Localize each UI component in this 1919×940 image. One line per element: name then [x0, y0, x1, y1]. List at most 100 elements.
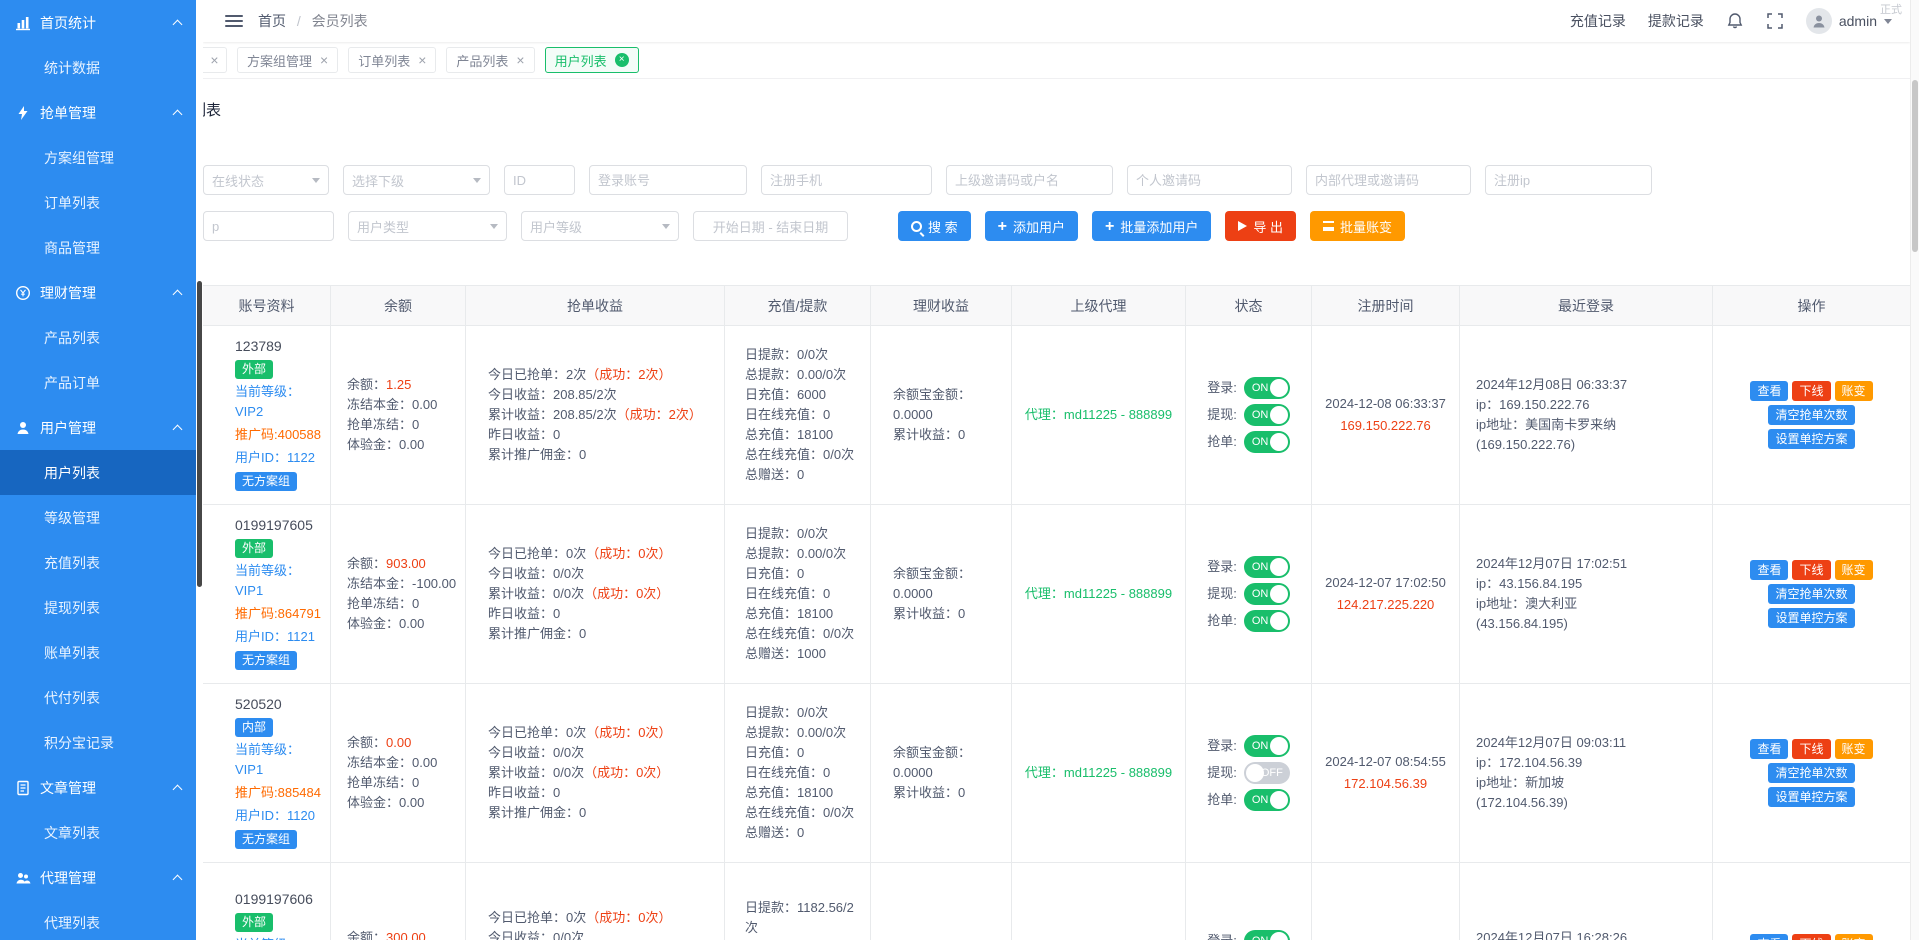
- sidebar-item-article-list[interactable]: 文章列表: [0, 810, 196, 855]
- tab-order-list[interactable]: 订单列表 ×: [348, 47, 437, 73]
- breadcrumb-home[interactable]: 首页: [258, 13, 286, 29]
- export-button[interactable]: 导 出: [1225, 211, 1296, 241]
- tab-close-icon[interactable]: ×: [516, 53, 524, 67]
- status-toggle[interactable]: ON: [1243, 377, 1290, 399]
- filter-login-account[interactable]: [589, 165, 747, 195]
- menu-toggle-icon[interactable]: [225, 15, 243, 27]
- tab-close-icon[interactable]: ×: [614, 53, 629, 67]
- filter-parent-invite-code[interactable]: [946, 165, 1113, 195]
- sidebar-item-recharge-list[interactable]: 充值列表: [0, 540, 196, 585]
- clear-grab-count-button[interactable]: 清空抢单次数: [1768, 584, 1855, 604]
- plan-badge: 无方案组: [235, 830, 298, 849]
- set-control-plan-button[interactable]: 设置单控方案: [1768, 429, 1855, 449]
- grab-line: 累计推广佣金：0: [488, 447, 587, 462]
- offline-button[interactable]: 下线: [1792, 739, 1831, 759]
- sidebar-scrollbar-thumb[interactable]: [197, 281, 202, 587]
- chevron-up-icon: [172, 784, 183, 794]
- recharge-line: 总在线充值：0/0次: [745, 626, 855, 641]
- filter-personal-invite-code[interactable]: [1127, 165, 1292, 195]
- filter-select-subordinate[interactable]: 选择下级: [343, 165, 490, 195]
- cell-register-time: 2024-12-07 17:02:50 124.217.225.220: [1311, 504, 1460, 684]
- tab-close-icon[interactable]: ×: [210, 53, 218, 67]
- view-button[interactable]: 查看: [1750, 933, 1789, 940]
- sidebar-item-order-list[interactable]: 订单列表: [0, 180, 196, 225]
- cell-grab-earnings: 今日已抢单：0次（成功：0次） 今日收益：0/0次 累计收益：0/0次（成功：0次）…: [465, 504, 725, 684]
- sidebar-item-user-list[interactable]: 用户列表: [0, 450, 196, 495]
- set-control-plan-button[interactable]: 设置单控方案: [1768, 608, 1855, 628]
- page-scrollbar-thumb[interactable]: [1912, 80, 1918, 252]
- finance-line: 累计收益：0: [893, 427, 966, 442]
- sidebar-item-payout-list[interactable]: 代付列表: [0, 675, 196, 720]
- clear-grab-count-button[interactable]: 清空抢单次数: [1768, 405, 1855, 425]
- sidebar-group-home-stats[interactable]: 首页统计: [0, 0, 196, 45]
- status-toggle[interactable]: ON: [1243, 431, 1290, 453]
- sidebar-group-user-management[interactable]: 用户管理: [0, 405, 196, 450]
- filter-register-phone[interactable]: [761, 165, 932, 195]
- bell-icon[interactable]: [1726, 12, 1744, 30]
- balance-change-button[interactable]: 账变: [1834, 560, 1873, 580]
- sidebar-item-plan-group-management[interactable]: 方案组管理: [0, 135, 196, 180]
- sidebar-item-product-orders[interactable]: 产品订单: [0, 360, 196, 405]
- sidebar-item-goods-management[interactable]: 商品管理: [0, 225, 196, 270]
- status-toggle[interactable]: ON: [1243, 789, 1290, 811]
- sidebar-item-withdraw-list[interactable]: 提现列表: [0, 585, 196, 630]
- sidebar-item-bill-list[interactable]: 账单列表: [0, 630, 196, 675]
- filter-user-level[interactable]: 用户等级: [521, 211, 679, 241]
- sidebar-group-agent-management[interactable]: 代理管理: [0, 855, 196, 900]
- filter-online-status[interactable]: 在线状态: [203, 165, 329, 195]
- sidebar-scrollbar[interactable]: [196, 0, 203, 940]
- cell-account-info: 0199197605 外部 当前等级：VIP1 推广码:864791 用户ID：1121…: [203, 504, 331, 684]
- balance-change-button[interactable]: 账变: [1834, 381, 1873, 401]
- sidebar-group-finance-management[interactable]: 理财管理: [0, 270, 196, 315]
- status-toggle[interactable]: ON: [1243, 929, 1290, 940]
- last-login-line: (172.104.56.39): [1476, 795, 1568, 810]
- view-button[interactable]: 查看: [1750, 381, 1789, 401]
- tab-plan-group-management[interactable]: 方案组管理 ×: [237, 47, 339, 73]
- status-toggle[interactable]: ON: [1243, 735, 1290, 757]
- sidebar-item-agent-list[interactable]: 代理列表: [0, 900, 196, 940]
- tab-user-list[interactable]: 用户列表 ×: [544, 47, 639, 73]
- status-label: 抢单:: [1207, 792, 1237, 807]
- filter-internal-agent-code[interactable]: [1306, 165, 1471, 195]
- set-control-plan-button[interactable]: 设置单控方案: [1768, 787, 1855, 807]
- page-scrollbar[interactable]: [1910, 0, 1919, 940]
- filter-date-range[interactable]: 开始日期 - 结束日期: [693, 211, 848, 241]
- filter-ip-fragment[interactable]: [203, 211, 334, 241]
- search-button[interactable]: 搜 索: [898, 211, 971, 241]
- fullscreen-icon[interactable]: [1766, 12, 1784, 30]
- filter-user-type[interactable]: 用户类型: [348, 211, 507, 241]
- recharge-records-link[interactable]: 充值记录: [1570, 11, 1626, 31]
- offline-button[interactable]: 下线: [1792, 381, 1831, 401]
- clear-grab-count-button[interactable]: 清空抢单次数: [1768, 763, 1855, 783]
- offline-button[interactable]: 下线: [1792, 933, 1831, 940]
- sidebar-item-stats-data[interactable]: 统计数据: [0, 45, 196, 90]
- sidebar-group-article-management[interactable]: 文章管理: [0, 765, 196, 810]
- status-toggle[interactable]: ON: [1243, 404, 1290, 426]
- withdraw-records-link[interactable]: 提款记录: [1648, 11, 1704, 31]
- status-label: 登录:: [1207, 738, 1237, 753]
- sidebar-item-level-management[interactable]: 等级管理: [0, 495, 196, 540]
- sidebar-group-grab-management[interactable]: 抢单管理: [0, 90, 196, 135]
- tab-close-icon[interactable]: ×: [418, 53, 426, 67]
- status-toggle[interactable]: ON: [1243, 556, 1290, 578]
- filter-register-ip[interactable]: [1485, 165, 1652, 195]
- view-button[interactable]: 查看: [1750, 739, 1789, 759]
- sidebar-item-points-records[interactable]: 积分宝记录: [0, 720, 196, 765]
- view-button[interactable]: 查看: [1750, 560, 1789, 580]
- tab-close-icon[interactable]: ×: [320, 53, 328, 67]
- status-toggle[interactable]: ON: [1243, 583, 1290, 605]
- balance-change-button[interactable]: 账变: [1834, 739, 1873, 759]
- sidebar-item-product-list[interactable]: 产品列表: [0, 315, 196, 360]
- tab-product-list[interactable]: 产品列表 ×: [446, 47, 535, 73]
- batch-add-user-button[interactable]: 批量添加用户: [1091, 211, 1212, 241]
- offline-button[interactable]: 下线: [1792, 560, 1831, 580]
- filter-id[interactable]: [504, 165, 575, 195]
- main-header: 首页 / 会员列表 充值记录 提款记录 admin 正式: [203, 0, 1910, 42]
- status-toggle[interactable]: ON: [1243, 610, 1290, 632]
- balance-value: 0: [412, 596, 420, 611]
- tab-cut[interactable]: ×: [203, 47, 227, 73]
- balance-change-button[interactable]: 账变: [1834, 933, 1873, 940]
- add-user-button[interactable]: 添加用户: [984, 211, 1078, 241]
- status-toggle[interactable]: OFF: [1243, 762, 1290, 784]
- batch-balance-change-button[interactable]: 批量账变: [1309, 211, 1405, 241]
